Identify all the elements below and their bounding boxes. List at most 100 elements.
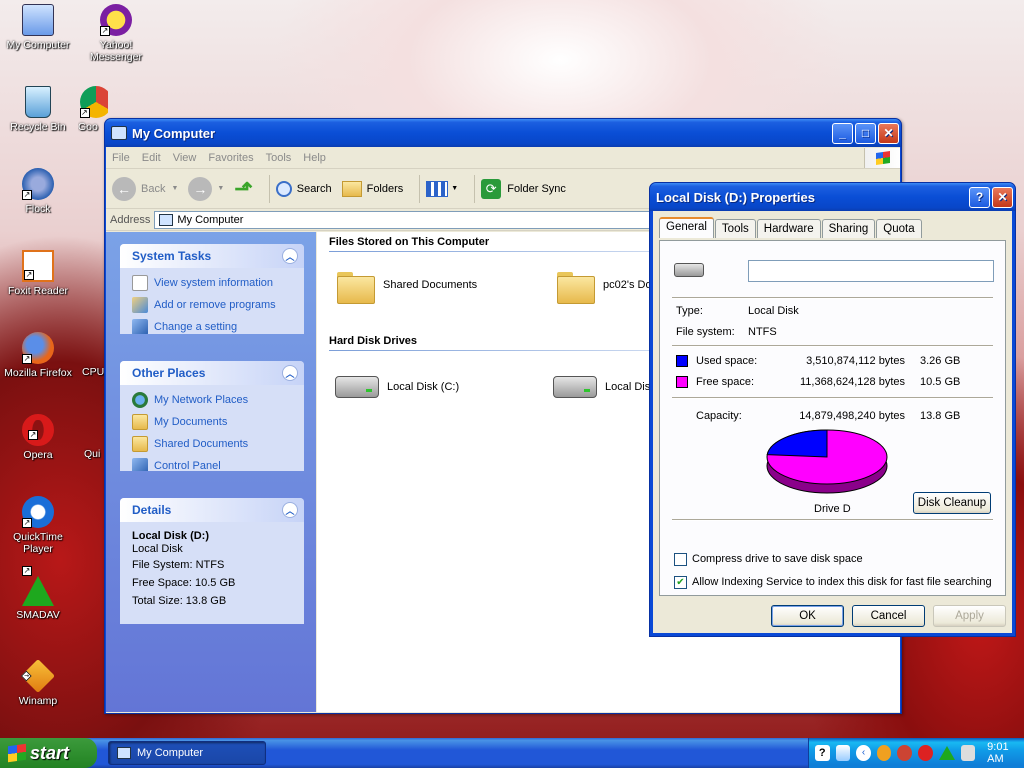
- volume-label-input[interactable]: [748, 260, 994, 282]
- drive-d[interactable]: Local Disk: [553, 376, 656, 398]
- desktop-icon-quick[interactable]: Qui: [84, 448, 104, 460]
- folder-sync-button[interactable]: ⟳ Folder Sync: [481, 178, 566, 199]
- back-button[interactable]: ← Back ▼: [112, 176, 178, 201]
- collapse-chevron-icon[interactable]: ︿: [282, 365, 298, 381]
- explorer-titlebar[interactable]: My Computer _ □ ✕: [105, 119, 901, 147]
- place-label: Control Panel: [154, 460, 221, 471]
- properties-dialog: Local Disk (D:) Properties ? ✕ General T…: [649, 182, 1016, 637]
- start-button[interactable]: start: [0, 738, 97, 768]
- desktop-icon-winamp[interactable]: ↗ Winamp: [0, 659, 76, 707]
- help-icon[interactable]: ?: [815, 745, 830, 761]
- collapse-chevron-icon[interactable]: ︿: [282, 502, 298, 518]
- compress-checkbox[interactable]: [674, 553, 687, 566]
- dialog-titlebar[interactable]: Local Disk (D:) Properties ? ✕: [650, 183, 1015, 211]
- folder-icon: [335, 268, 375, 304]
- collapse-chevron-icon[interactable]: ︿: [282, 248, 298, 264]
- place-my-documents[interactable]: My Documents: [120, 411, 304, 433]
- dialog-body: General Tools Hardware Sharing Quota Typ…: [653, 211, 1012, 633]
- show-hidden-icons-icon[interactable]: ‹: [856, 745, 871, 761]
- details-file-system: File System: NTFS: [132, 559, 225, 571]
- disk-cleanup-button[interactable]: Disk Cleanup: [913, 492, 991, 514]
- task-view-system-information[interactable]: View system information: [120, 272, 304, 294]
- details-header[interactable]: Details ︿: [120, 498, 304, 522]
- place-label: My Documents: [154, 416, 228, 428]
- my-computer-title-icon: [111, 126, 127, 140]
- desktop-icon-recycle-bin[interactable]: Recycle Bin: [0, 86, 76, 133]
- task-label: View system information: [154, 277, 274, 289]
- foxit-reader-icon: ↗: [22, 250, 54, 282]
- toolbar-separator: [419, 174, 421, 203]
- search-label: Search: [296, 182, 332, 195]
- desktop-icon-quicktime-player[interactable]: ↗ QuickTime Player: [0, 496, 76, 555]
- compress-label: Compress drive to save disk space: [692, 553, 863, 565]
- menu-tools[interactable]: Tools: [260, 152, 298, 164]
- folders-button[interactable]: Folders: [341, 180, 403, 197]
- help-button[interactable]: ?: [969, 186, 990, 208]
- quicktime-icon: ↗: [22, 496, 54, 528]
- indexing-checkbox[interactable]: ✔: [674, 576, 687, 589]
- desktop-icon-foxit-reader[interactable]: ↗ Foxit Reader: [0, 250, 76, 297]
- antivirus-icon[interactable]: [876, 745, 892, 761]
- place-my-network-places[interactable]: My Network Places: [120, 389, 304, 411]
- desktop-icon-flock[interactable]: ↗ Flock: [0, 168, 76, 215]
- tab-quota[interactable]: Quota: [876, 219, 922, 238]
- views-button[interactable]: ▼: [426, 180, 458, 197]
- search-button[interactable]: Search: [275, 180, 332, 197]
- desktop-icon-label: CPU: [82, 366, 104, 378]
- system-tasks-header[interactable]: System Tasks ︿: [120, 244, 304, 268]
- volume-icon[interactable]: [960, 745, 976, 761]
- capacity-label: Capacity:: [696, 410, 742, 422]
- menu-edit[interactable]: Edit: [136, 152, 167, 164]
- free-space-swatch: [676, 376, 688, 388]
- folder-pc02-documents[interactable]: pc02's Do: [555, 268, 652, 304]
- menu-view[interactable]: View: [167, 152, 203, 164]
- tab-sharing[interactable]: Sharing: [821, 219, 876, 238]
- network-icon[interactable]: [835, 745, 851, 761]
- place-control-panel[interactable]: Control Panel: [120, 455, 304, 471]
- taskbar-button-my-computer[interactable]: My Computer: [108, 741, 266, 765]
- folders-icon: [341, 180, 362, 197]
- desktop-icon-label: Recycle Bin: [10, 121, 66, 133]
- security-icon[interactable]: [917, 745, 933, 761]
- ok-button[interactable]: OK: [771, 605, 844, 627]
- folder-shared-documents[interactable]: Shared Documents: [335, 268, 477, 304]
- clock[interactable]: 9:01 AM: [987, 741, 1024, 765]
- tab-general[interactable]: General: [659, 217, 714, 238]
- other-places-header[interactable]: Other Places ︿: [120, 361, 304, 385]
- desktop-icon-yahoo-messenger[interactable]: ↗ Yahoo! Messenger: [78, 4, 154, 63]
- desktop-icon-mozilla-firefox[interactable]: ↗ Mozilla Firefox: [0, 332, 76, 379]
- tab-hardware[interactable]: Hardware: [756, 219, 821, 238]
- desktop-icon-opera[interactable]: ↗ Opera: [0, 414, 76, 461]
- close-button[interactable]: ✕: [878, 122, 899, 144]
- search-icon: [275, 180, 292, 197]
- menu-help[interactable]: Help: [297, 152, 332, 164]
- used-space-swatch: [676, 355, 688, 367]
- toolbar-separator: [268, 174, 270, 203]
- up-button[interactable]: ⬏: [234, 176, 252, 202]
- drive-c[interactable]: Local Disk (C:): [335, 376, 459, 398]
- minimize-button[interactable]: _: [832, 122, 853, 144]
- drive-icon: [674, 263, 704, 277]
- desktop-icon-my-computer[interactable]: My Computer: [0, 4, 76, 51]
- forward-arrow-icon: →: [188, 176, 213, 201]
- close-button[interactable]: ✕: [992, 186, 1013, 208]
- menu-favorites[interactable]: Favorites: [202, 152, 259, 164]
- desktop-icon-cpu[interactable]: CPU: [82, 366, 104, 378]
- smadav-tray-icon[interactable]: [938, 746, 955, 760]
- maximize-button[interactable]: □: [855, 122, 876, 144]
- desktop-icon-label: Yahoo! Messenger: [90, 39, 142, 63]
- desktop-icon-smadav[interactable]: ↗ SMADAV: [0, 566, 76, 621]
- task-add-remove-programs[interactable]: Add or remove programs: [120, 294, 304, 316]
- capacity-size: 13.8 GB: [920, 410, 961, 422]
- tab-tools[interactable]: Tools: [714, 219, 756, 238]
- forward-button[interactable]: → ▼: [188, 176, 224, 201]
- task-change-setting[interactable]: Change a setting: [120, 316, 304, 334]
- winamp-icon: ↗: [21, 659, 55, 693]
- place-shared-documents[interactable]: Shared Documents: [120, 433, 304, 455]
- folder-icon: [555, 268, 595, 304]
- app-tray-icon[interactable]: [897, 745, 912, 761]
- apply-button[interactable]: Apply: [933, 605, 1006, 627]
- menu-file[interactable]: File: [106, 152, 136, 164]
- cancel-button[interactable]: Cancel: [852, 605, 925, 627]
- details-type: Local Disk: [132, 543, 183, 555]
